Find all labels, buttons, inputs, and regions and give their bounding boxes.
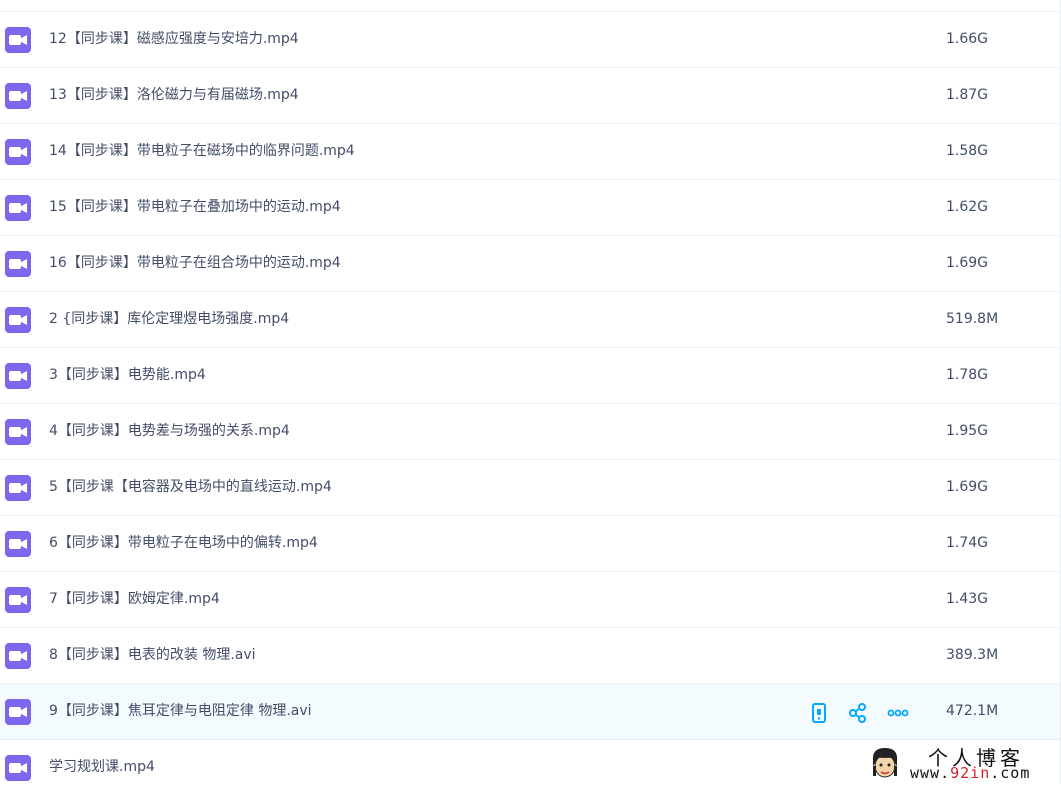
file-size: 1.58G [946, 143, 989, 159]
file-name[interactable]: 12【同步课】磁感应强度与安培力.mp4 [49, 12, 299, 67]
phone-icon[interactable] [808, 702, 830, 724]
video-file-icon [5, 531, 31, 557]
file-row[interactable]: 6【同步课】带电粒子在电场中的偏转.mp4 1.74G [0, 516, 1061, 572]
video-file-icon [5, 475, 31, 501]
video-file-icon [5, 83, 31, 109]
file-name[interactable]: 学习规划课.mp4 [49, 740, 155, 795]
more-icon[interactable] [887, 702, 909, 724]
watermark-url: www.92in.com [910, 764, 1030, 782]
file-size: 1.95G [946, 423, 989, 439]
file-list: 12【同步课】磁感应强度与安培力.mp4 1.66G 13【同步课】洛伦磁力与有… [0, 12, 1061, 795]
file-row-hovered[interactable]: 9【同步课】焦耳定律与电阻定律 物理.avi 472.1M [0, 684, 1061, 740]
video-file-icon [5, 307, 31, 333]
file-name[interactable]: 4【同步课】电势差与场强的关系.mp4 [49, 404, 290, 459]
video-file-icon [5, 587, 31, 613]
file-size: 1.69G [946, 479, 989, 495]
video-file-icon [5, 643, 31, 669]
file-name[interactable]: 15【同步课】带电粒子在叠加场中的运动.mp4 [49, 180, 341, 235]
video-file-icon [5, 251, 31, 277]
file-size: 472.1M [946, 703, 999, 719]
file-name[interactable]: 2 {同步课】库伦定理煜电场强度.mp4 [49, 292, 289, 347]
file-name[interactable]: 9【同步课】焦耳定律与电阻定律 物理.avi [49, 684, 312, 739]
file-row[interactable]: 14【同步课】带电粒子在磁场中的临界问题.mp4 1.58G [0, 124, 1061, 180]
video-file-icon [5, 755, 31, 781]
file-size: 389.3M [946, 647, 999, 663]
video-file-icon [5, 419, 31, 445]
watermark-url-prefix: www. [910, 764, 951, 782]
file-name[interactable]: 14【同步课】带电粒子在磁场中的临界问题.mp4 [49, 124, 355, 179]
file-name[interactable]: 7【同步课】欧姆定律.mp4 [49, 572, 220, 627]
file-size: 1.78G [946, 367, 989, 383]
file-size: 1.43G [946, 591, 989, 607]
file-size: 1.69G [946, 255, 989, 271]
file-row[interactable]: 4【同步课】电势差与场强的关系.mp4 1.95G [0, 404, 1061, 460]
watermark-url-highlight: 92in [950, 764, 991, 782]
file-size: 1.66G [946, 31, 989, 47]
file-name[interactable]: 3【同步课】电势能.mp4 [49, 348, 206, 403]
video-file-icon [5, 139, 31, 165]
video-file-icon [5, 363, 31, 389]
watermark: 个人博客 www.92in.com [866, 742, 1061, 784]
file-name[interactable]: 16【同步课】带电粒子在组合场中的运动.mp4 [49, 236, 341, 291]
file-row[interactable]: 5【同步课【电容器及电场中的直线运动.mp4 1.69G [0, 460, 1061, 516]
file-name[interactable]: 6【同步课】带电粒子在电场中的偏转.mp4 [49, 516, 318, 571]
file-row[interactable]: 15【同步课】带电粒子在叠加场中的运动.mp4 1.62G [0, 180, 1061, 236]
file-row[interactable]: 2 {同步课】库伦定理煜电场强度.mp4 519.8M [0, 292, 1061, 348]
watermark-url-suffix: .com [990, 764, 1031, 782]
file-size: 1.62G [946, 199, 989, 215]
video-file-icon [5, 27, 31, 53]
file-row[interactable]: 8【同步课】电表的改装 物理.avi 389.3M [0, 628, 1061, 684]
file-row[interactable]: 13【同步课】洛伦磁力与有届磁场.mp4 1.87G [0, 68, 1061, 124]
file-size: 1.74G [946, 535, 989, 551]
file-name[interactable]: 13【同步课】洛伦磁力与有届磁场.mp4 [49, 68, 299, 123]
file-row[interactable]: 7【同步课】欧姆定律.mp4 1.43G [0, 572, 1061, 628]
video-file-icon [5, 699, 31, 725]
file-size: 1.87G [946, 87, 989, 103]
file-row[interactable]: 16【同步课】带电粒子在组合场中的运动.mp4 1.69G [0, 236, 1061, 292]
video-file-icon [5, 195, 31, 221]
file-row[interactable]: 3【同步课】电势能.mp4 1.78G [0, 348, 1061, 404]
file-size: 519.8M [946, 311, 999, 327]
cartoon-face-icon [870, 746, 900, 780]
file-name[interactable]: 5【同步课【电容器及电场中的直线运动.mp4 [49, 460, 332, 515]
file-row[interactable]: 12【同步课】磁感应强度与安培力.mp4 1.66G [0, 12, 1061, 68]
file-name[interactable]: 8【同步课】电表的改装 物理.avi [49, 628, 256, 683]
share-icon[interactable] [847, 702, 869, 724]
